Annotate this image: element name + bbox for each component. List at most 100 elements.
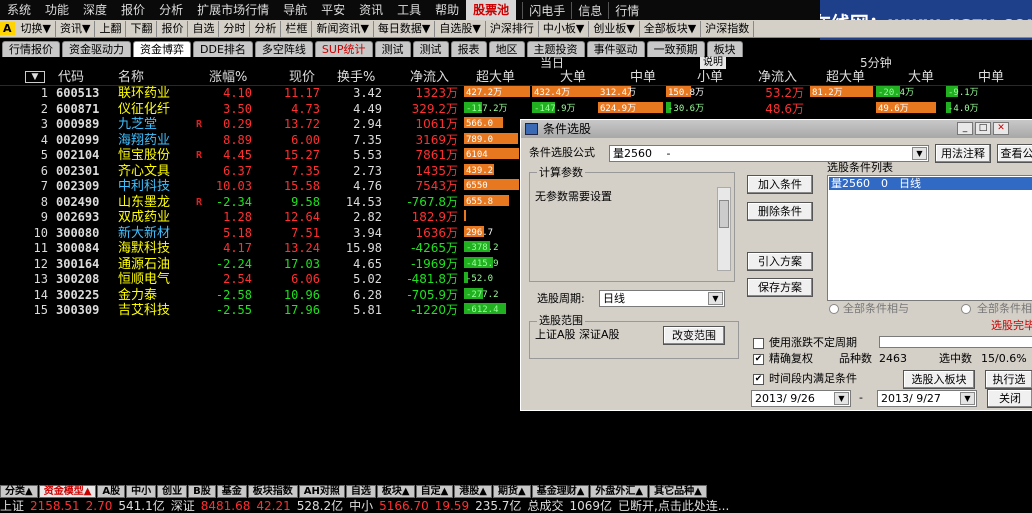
category-tab-7[interactable]: 板块指数 — [247, 485, 298, 498]
category-tab-3[interactable]: 中小 — [126, 485, 157, 498]
category-tab-16[interactable]: 其它品种▲ — [649, 485, 707, 498]
column-header[interactable]: 超大单 — [826, 69, 865, 86]
description-button[interactable]: 说明 — [700, 57, 726, 69]
tab-13[interactable]: 板块 — [706, 41, 743, 57]
menu-item[interactable]: 深度 — [76, 0, 114, 20]
params-scrollbar[interactable] — [717, 187, 731, 271]
column-header[interactable]: 中单 — [978, 69, 1004, 86]
column-header[interactable]: 小单 — [697, 69, 723, 86]
menu-item[interactable]: 导航 — [276, 0, 314, 20]
category-tab-5[interactable]: B股 — [188, 485, 216, 498]
tab-0[interactable]: 行情报价 — [2, 41, 60, 57]
column-header[interactable]: 代码 — [58, 69, 84, 86]
tab-2[interactable]: 资金博弈 — [133, 41, 191, 57]
tab-9[interactable]: 地区 — [488, 41, 525, 57]
category-tab-14[interactable]: 基金理财▲ — [531, 485, 590, 498]
toolbar-button[interactable]: 中小板▼ — [539, 20, 590, 37]
condition-list[interactable]: 量2560 0 日线 — [827, 175, 1032, 301]
toolbar-button[interactable]: 创业板▼ — [589, 20, 640, 37]
toolbar-button[interactable]: 切换▼ — [17, 20, 56, 37]
tab-7[interactable]: 测试 — [412, 41, 449, 57]
toolbar-button[interactable]: 每日数据▼ — [374, 20, 436, 37]
category-tab-8[interactable]: AH对照 — [298, 485, 345, 498]
toolbar-button[interactable]: 下翻 — [126, 20, 158, 37]
column-header[interactable]: 净流入 — [410, 69, 449, 86]
add-condition-button[interactable]: 加入条件 — [747, 175, 813, 194]
market-a-badge[interactable]: A — [0, 22, 15, 35]
toolbar-button[interactable]: 上翻 — [95, 20, 127, 37]
column-header[interactable]: 名称 — [118, 69, 144, 86]
minimize-icon[interactable]: _ — [957, 122, 973, 135]
menu-item[interactable]: 系统 — [0, 0, 38, 20]
chevron-down-icon[interactable]: ▼ — [834, 392, 849, 405]
toolbar-button[interactable]: 资讯▼ — [56, 20, 96, 37]
menu-item[interactable]: 工具 — [390, 0, 428, 20]
period-in-checkbox[interactable]: ✔ — [753, 374, 764, 385]
toolbar-button[interactable]: 自选 — [188, 20, 220, 37]
exact-restore-checkbox[interactable]: ✔ — [753, 354, 764, 365]
tab-6[interactable]: 测试 — [374, 41, 411, 57]
column-header[interactable]: 换手% — [337, 69, 375, 86]
chevron-down-icon[interactable]: ▼ — [912, 147, 927, 160]
toolbar-button[interactable]: 全部板块▼ — [640, 20, 702, 37]
radio-all-and[interactable] — [829, 304, 839, 314]
column-header[interactable]: 涨幅% — [209, 69, 247, 86]
menu-item[interactable]: 扩展市场行情 — [190, 0, 276, 20]
column-header[interactable]: 大单 — [560, 69, 586, 86]
menu-right-item[interactable]: 信息 — [571, 1, 608, 19]
tab-11[interactable]: 事件驱动 — [586, 41, 645, 57]
category-tab-1[interactable]: 资金模型▲ — [38, 485, 97, 498]
to-block-button[interactable]: 选股入板块 — [903, 370, 975, 389]
category-tab-15[interactable]: 外盘外汇▲ — [590, 485, 649, 498]
close-icon[interactable]: ✕ — [993, 122, 1009, 135]
tab-4[interactable]: 多空阵线 — [254, 41, 313, 57]
menu-right-item[interactable]: 行情 — [608, 1, 645, 19]
tab-12[interactable]: 一致预期 — [646, 41, 705, 57]
toolbar-button[interactable]: 分时 — [219, 20, 251, 37]
tab-1[interactable]: 资金驱动力 — [62, 41, 131, 57]
menu-item[interactable]: 帮助 — [428, 0, 466, 20]
toolbar-button[interactable]: 沪深指数 — [701, 20, 755, 37]
category-tab-0[interactable]: 分类▲ — [0, 485, 38, 498]
category-tab-12[interactable]: 港股▲ — [454, 485, 492, 498]
tab-5[interactable]: SUP统计 — [314, 41, 373, 57]
tab-10[interactable]: 主题投资 — [526, 41, 585, 57]
column-header[interactable]: 净流入 — [758, 69, 797, 86]
chevron-down-icon[interactable]: ▼ — [960, 392, 975, 405]
close-button[interactable]: 关闭 — [987, 389, 1032, 408]
category-tab-2[interactable]: A股 — [97, 485, 126, 498]
maximize-icon[interactable]: □ — [975, 122, 991, 135]
connection-message[interactable]: 已断开,点击此处连... — [618, 498, 729, 513]
menu-item[interactable]: 平安 — [314, 0, 352, 20]
category-tab-10[interactable]: 板块▲ — [376, 485, 415, 498]
category-tab-13[interactable]: 期货▲ — [493, 485, 531, 498]
dialog-titlebar[interactable]: 条件选股 _ □ ✕ — [521, 120, 1032, 138]
column-header[interactable]: 现价 — [289, 69, 315, 86]
save-plan-button[interactable]: 保存方案 — [747, 278, 813, 297]
scrollbar-thumb[interactable] — [719, 200, 729, 228]
menu-item[interactable]: 分析 — [152, 0, 190, 20]
formula-select[interactable]: 量2560 - ▼ — [609, 145, 929, 162]
change-range-button[interactable]: 改变范围 — [663, 326, 725, 345]
table-row[interactable]: 2 600871 仪征化纤 3.50 4.73 4.49 329.2万 -117.2万 -147… — [0, 101, 1032, 118]
column-header[interactable]: 大单 — [908, 69, 934, 86]
toolbar-button[interactable]: 栏框 — [281, 20, 313, 37]
period-select[interactable]: 日线 ▼ — [599, 290, 725, 307]
menu-item[interactable]: 功能 — [38, 0, 76, 20]
menu-item[interactable]: 资讯 — [352, 0, 390, 20]
radio-all-or[interactable] — [961, 304, 971, 314]
category-tab-9[interactable]: 自选 — [345, 485, 376, 498]
end-date-picker[interactable]: 2013/ 9/27 ▼ — [877, 390, 977, 407]
menu-right-item[interactable]: 闪电手 — [522, 1, 571, 19]
chevron-down-icon[interactable]: ▼ — [708, 292, 723, 305]
toolbar-button[interactable]: 分析 — [250, 20, 282, 37]
delete-condition-button[interactable]: 删除条件 — [747, 202, 813, 221]
tab-8[interactable]: 报表 — [450, 41, 487, 57]
toolbar-button[interactable]: 报价 — [157, 20, 189, 37]
column-header[interactable]: 中单 — [630, 69, 656, 86]
category-tab-6[interactable]: 基金 — [216, 485, 247, 498]
tab-3[interactable]: DDE排名 — [193, 41, 253, 57]
toolbar-button[interactable]: 沪深排行 — [486, 20, 539, 37]
toolbar-button[interactable]: 新闻资讯▼ — [312, 20, 374, 37]
unfixed-period-field[interactable] — [879, 336, 1032, 348]
